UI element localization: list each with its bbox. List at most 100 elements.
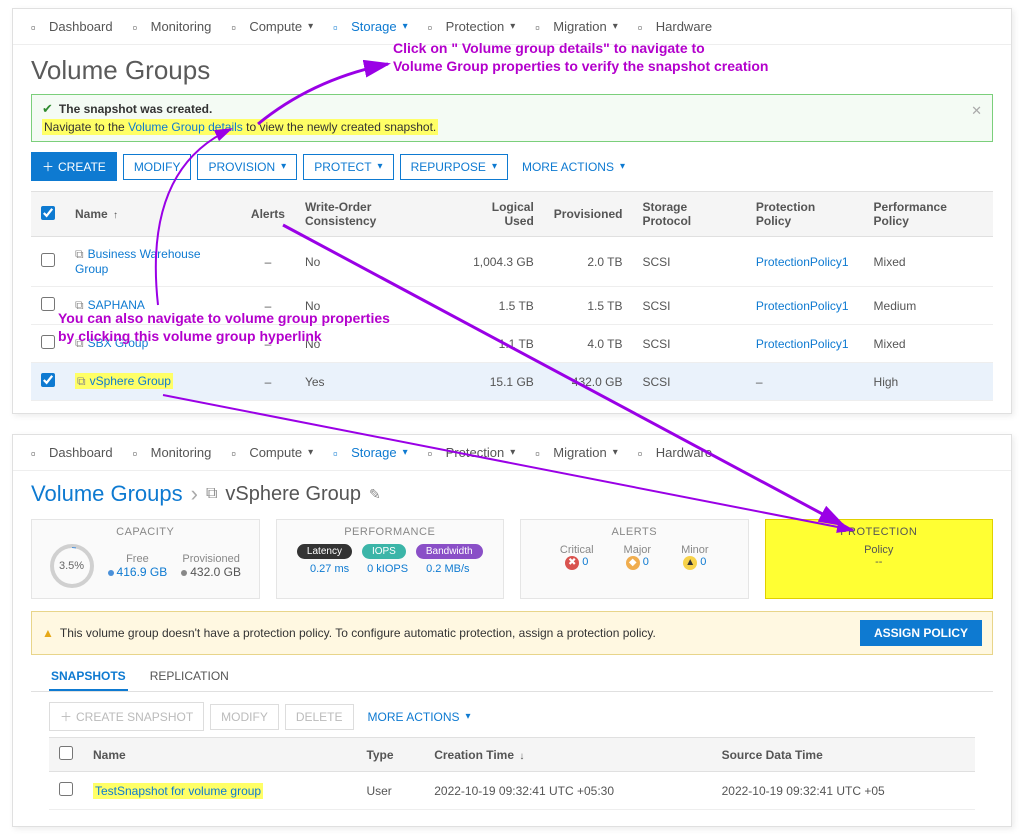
provision-button[interactable]: PROVISION▾: [197, 154, 297, 180]
capacity-free: Free416.9 GB: [108, 553, 168, 579]
alert-major: Major◆ 0: [624, 544, 652, 572]
cell-type: User: [356, 772, 424, 810]
table-row[interactable]: ⧉SAPHANA–No1.5 TB1.5 TBSCSIProtectionPol…: [31, 287, 993, 325]
nav-icon: ▫: [31, 20, 45, 34]
protection-title: PROTECTION: [774, 526, 985, 538]
cell-perf: Medium: [864, 287, 993, 325]
snap-col-type[interactable]: Type: [356, 738, 424, 772]
bandwidth-pill: Bandwidth: [416, 544, 483, 559]
nav-icon: ▫: [535, 446, 549, 460]
nav-migration[interactable]: ▫Migration▾: [527, 15, 626, 38]
nav-compute[interactable]: ▫Compute▾: [223, 15, 321, 38]
col-perf[interactable]: Performance Policy: [864, 192, 993, 237]
alert-minor: Minor▲ 0: [681, 544, 709, 572]
nav-dashboard[interactable]: ▫Dashboard: [23, 441, 121, 464]
warning-bar: ▲This volume group doesn't have a protec…: [31, 611, 993, 655]
capacity-card: CAPACITY 3.5% Free416.9 GB Provisioned43…: [31, 519, 260, 599]
modify-button[interactable]: MODIFY: [123, 154, 192, 180]
cell-logical: 1,004.3 GB: [451, 237, 543, 287]
col-policy[interactable]: Protection Policy: [746, 192, 864, 237]
create-button[interactable]: ＋ CREATE: [31, 152, 117, 181]
col-logical[interactable]: Logical Used: [451, 192, 543, 237]
nav-icon: ▫: [333, 446, 347, 460]
protection-policy-value: --: [774, 556, 985, 568]
cell-proto: SCSI: [632, 237, 745, 287]
assign-policy-button[interactable]: ASSIGN POLICY: [860, 620, 982, 646]
snap-col-stime[interactable]: Source Data Time: [712, 738, 975, 772]
cell-policy[interactable]: ProtectionPolicy1: [746, 237, 864, 287]
row-checkbox[interactable]: [59, 782, 73, 796]
alerts-title: ALERTS: [529, 526, 740, 538]
col-alerts[interactable]: Alerts: [241, 192, 295, 237]
table-row[interactable]: ⧉SBX Group–No1.1 TB4.0 TBSCSIProtectionP…: [31, 325, 993, 363]
nav-dashboard[interactable]: ▫Dashboard: [23, 15, 121, 38]
nav-compute[interactable]: ▫Compute▾: [223, 441, 321, 464]
row-checkbox[interactable]: [41, 373, 55, 387]
cell-name[interactable]: TestSnapshot for volume group: [83, 772, 356, 810]
cell-logical: 15.1 GB: [451, 363, 543, 401]
nav-migration[interactable]: ▫Migration▾: [527, 441, 626, 464]
table-row[interactable]: ⧉vSphere Group–Yes15.1 GB432.0 GBSCSI–Hi…: [31, 363, 993, 401]
col-provisioned[interactable]: Provisioned: [544, 192, 633, 237]
row-checkbox[interactable]: [41, 335, 55, 349]
tab-replication[interactable]: REPLICATION: [148, 663, 231, 691]
snap-col-ctime[interactable]: Creation Time ↓: [424, 738, 711, 772]
cell-logical: 1.1 TB: [451, 325, 543, 363]
cell-proto: SCSI: [632, 287, 745, 325]
cell-name[interactable]: ⧉vSphere Group: [65, 363, 241, 401]
banner-line1: The snapshot was created.: [59, 102, 212, 116]
nav-hardware[interactable]: ▫Hardware: [630, 441, 720, 464]
cell-name[interactable]: ⧉SAPHANA: [65, 287, 241, 325]
alert-critical: Critical✖ 0: [560, 544, 594, 572]
cell-stime: 2022-10-19 09:32:41 UTC +05: [712, 772, 975, 810]
cell-alerts: –: [241, 287, 295, 325]
create-snapshot-button[interactable]: ＋ CREATE SNAPSHOT: [49, 702, 204, 731]
repurpose-button[interactable]: REPURPOSE▾: [400, 154, 508, 180]
snap-col-name[interactable]: Name: [83, 738, 356, 772]
cell-name[interactable]: ⧉Business Warehouse Group: [65, 237, 241, 287]
breadcrumb-root[interactable]: Volume Groups: [31, 481, 183, 507]
cell-alerts: –: [241, 237, 295, 287]
cell-perf: High: [864, 363, 993, 401]
snap-delete-button[interactable]: DELETE: [285, 704, 354, 730]
cell-policy[interactable]: ProtectionPolicy1: [746, 287, 864, 325]
snap-select-all[interactable]: [59, 746, 73, 760]
col-protocol[interactable]: Storage Protocol: [632, 192, 745, 237]
select-all-checkbox[interactable]: [41, 206, 55, 220]
page-title: Volume Groups: [13, 45, 1011, 94]
nav-protection[interactable]: ▫Protection▾: [420, 441, 524, 464]
cell-alerts: –: [241, 363, 295, 401]
nav-icon: ▫: [428, 20, 442, 34]
col-name[interactable]: Name ↑: [65, 192, 241, 237]
protect-button[interactable]: PROTECT▾: [303, 154, 393, 180]
alerts-card: ALERTS Critical✖ 0 Major◆ 0 Minor▲ 0: [520, 519, 749, 599]
capacity-ring: 3.5%: [50, 544, 94, 588]
row-checkbox[interactable]: [41, 253, 55, 267]
col-woc[interactable]: Write-Order Consistency: [295, 192, 451, 237]
cell-name[interactable]: ⧉SBX Group: [65, 325, 241, 363]
top-nav: ▫Dashboard▫Monitoring▫Compute▾▫Storage▾▫…: [13, 9, 1011, 45]
nav-monitoring[interactable]: ▫Monitoring: [125, 441, 220, 464]
close-icon[interactable]: ✕: [971, 103, 982, 119]
row-checkbox[interactable]: [41, 297, 55, 311]
nav-storage[interactable]: ▫Storage▾: [325, 15, 416, 38]
cell-policy[interactable]: –: [746, 363, 864, 401]
table-row[interactable]: ⧉Business Warehouse Group–No1,004.3 GB2.…: [31, 237, 993, 287]
nav-protection[interactable]: ▫Protection▾: [420, 15, 524, 38]
edit-icon[interactable]: ✎: [369, 486, 381, 503]
cell-woc: No: [295, 237, 451, 287]
nav-monitoring[interactable]: ▫Monitoring: [125, 15, 220, 38]
nav-storage[interactable]: ▫Storage▾: [325, 441, 416, 464]
nav-icon: ▫: [31, 446, 45, 460]
nav-hardware[interactable]: ▫Hardware: [630, 15, 720, 38]
cell-policy[interactable]: ProtectionPolicy1: [746, 325, 864, 363]
nav-icon: ▫: [638, 20, 652, 34]
snap-more-actions[interactable]: MORE ACTIONS▾: [368, 710, 471, 724]
check-icon: ✔: [42, 101, 53, 116]
more-actions-menu[interactable]: MORE ACTIONS▾: [522, 160, 625, 174]
nav-icon: ▫: [333, 20, 347, 34]
volume-group-details-link[interactable]: Volume Group details: [128, 120, 243, 134]
tab-snapshots[interactable]: SNAPSHOTS: [49, 663, 128, 691]
snap-modify-button[interactable]: MODIFY: [210, 704, 279, 730]
table-row[interactable]: TestSnapshot for volume groupUser 2022-10…: [49, 772, 975, 810]
